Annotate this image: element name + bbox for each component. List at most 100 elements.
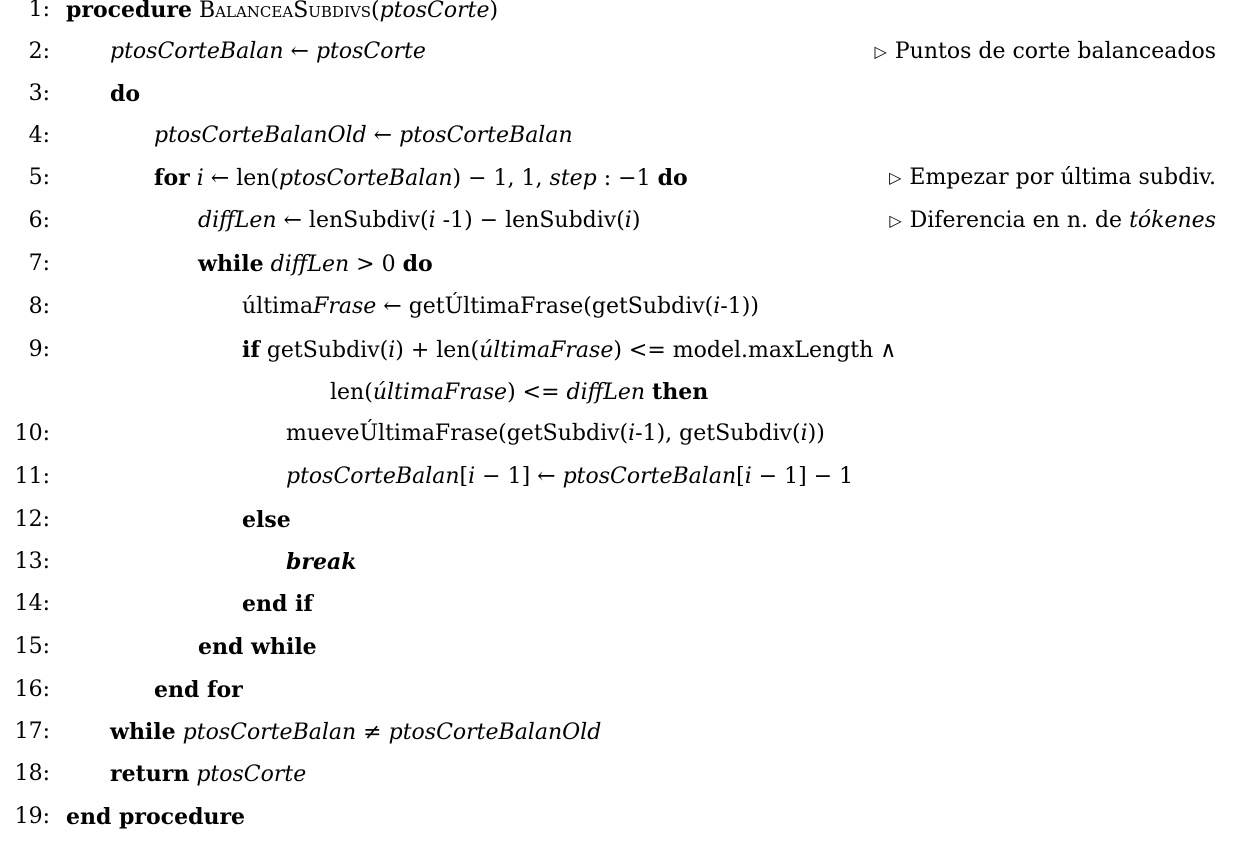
code-token: ←	[366, 123, 400, 148]
code-token: ptosCorteBalan	[182, 720, 357, 745]
code-token: − 1] ←	[475, 464, 563, 489]
code-token: ptosCorteBalan	[110, 39, 284, 64]
line-number: 9:	[28, 337, 50, 362]
code-token: ptosCorteBalanOld	[154, 123, 367, 148]
algorithm-line: 11: ptosCorteBalan[i − 1] ← ptosCorteBala…	[0, 457, 1236, 497]
code-text: diffLen ← lenSubdiv(i -1) − lenSubdiv(i)	[198, 201, 640, 241]
code-token: do	[110, 81, 141, 107]
comment: ▷ Empezar por última subdiv.	[889, 158, 1216, 198]
code-token: else	[242, 507, 291, 533]
code-token: diffLen	[566, 380, 646, 405]
line-number: 5:	[28, 165, 50, 190]
code-text: return ptosCorte	[110, 754, 306, 795]
algorithm-line: 10: mueveÚltimaFrase(getSubdiv(i-1), getS…	[0, 414, 1236, 454]
algorithm-line: 19: end procedure	[0, 797, 1236, 837]
code-text: break	[286, 542, 356, 583]
code-token: ptosCorteBalanOld	[388, 720, 602, 745]
line-number: 12:	[14, 507, 50, 532]
code-token: step	[549, 166, 597, 191]
comment: ▷ Puntos de corte balanceados	[875, 32, 1216, 72]
code-token: ptosCorte	[379, 0, 490, 23]
code-text: while diffLen > 0 do	[198, 244, 433, 285]
code-token: − 1] − 1	[751, 464, 854, 489]
comment-marker-icon: ▷	[889, 211, 902, 230]
algorithm-line: 6: diffLen ← lenSubdiv(i -1) − lenSubdiv(…	[0, 201, 1236, 241]
code-token: (	[371, 0, 380, 23]
code-token: : −1	[596, 166, 658, 191]
code-token: return	[110, 761, 190, 787]
code-text: end if	[242, 584, 313, 625]
code-token: do	[657, 165, 688, 191]
algorithm-line: 18: return ptosCorte	[0, 754, 1236, 794]
line-number: 19:	[14, 804, 50, 829]
comment-marker-icon: ▷	[874, 42, 887, 61]
algorithm-line: 3: do	[0, 74, 1236, 114]
algorithm-line: 8: últimaFrase ← getÚltimaFrase(getSubdiv…	[0, 287, 1236, 327]
code-token: últimaFrase	[372, 380, 508, 405]
code-token: ))	[807, 421, 825, 446]
code-token: ) − 1, 1,	[452, 166, 550, 191]
code-token: end procedure	[66, 804, 246, 830]
code-text: while ptosCorteBalan ≠ ptosCorteBalanOld	[110, 712, 601, 753]
algorithm-line: 9: if getSubdiv(i) + len(últimaFrase) <= …	[0, 330, 1236, 370]
code-token: -1) − lenSubdiv(	[435, 208, 625, 233]
comment-text: Puntos de corte balanceados	[894, 39, 1216, 64]
line-number: 16:	[14, 677, 50, 702]
comment: ▷ Diferencia en n. de tókenes	[889, 201, 1216, 241]
algorithm-listing: 1: procedure BalanceaSubdivs(ptosCorte) 2:…	[0, 0, 1236, 847]
code-token: ptosCorteBalan	[562, 464, 737, 489]
line-number: 6:	[28, 208, 50, 233]
code-token: if	[242, 337, 260, 363]
line-number: 18:	[14, 761, 50, 786]
code-text: len(últimaFrase) <= diffLen then	[330, 372, 708, 413]
line-number: 8:	[28, 294, 50, 319]
algorithm-line: 16: end for	[0, 670, 1236, 710]
code-text: procedure BalanceaSubdivs(ptosCorte)	[66, 0, 498, 31]
code-token: ptosCorteBalan	[279, 166, 453, 191]
code-token: i	[196, 166, 204, 191]
code-token: ← getÚltimaFrase(getSubdiv(	[376, 294, 714, 319]
code-text: end for	[154, 670, 243, 711]
code-token: ) <= model.maxLength ∧	[613, 338, 897, 363]
code-token: ptosCorte	[196, 762, 307, 787]
code-text: else	[242, 500, 291, 541]
line-number: 15:	[14, 634, 50, 659]
line-number: 4:	[28, 123, 50, 148]
line-number: 13:	[14, 549, 50, 574]
code-token: mueveÚltimaFrase(getSubdiv(	[286, 421, 629, 446]
line-number: 3:	[28, 81, 50, 106]
algorithm-line: 12: else	[0, 500, 1236, 540]
algorithm-line: 5: for i ← len(ptosCorteBalan) − 1, 1, st…	[0, 158, 1236, 198]
code-token: do	[402, 251, 433, 277]
line-number: 1:	[28, 0, 50, 22]
algorithm-line: 17: while ptosCorteBalan ≠ ptosCorteBalan…	[0, 712, 1236, 752]
code-token: )	[489, 0, 499, 23]
code-token: len(	[330, 380, 373, 405]
algorithm-line: len(últimaFrase) <= diffLen then	[0, 372, 1236, 412]
code-token: while	[110, 719, 176, 745]
code-token: end if	[242, 591, 313, 617]
algorithm-line: 4: ptosCorteBalanOld ← ptosCorteBalan	[0, 116, 1236, 156]
code-token: > 0	[349, 252, 403, 277]
code-token: ) + len(	[395, 338, 480, 363]
comment-text: Empezar por última subdiv.	[909, 165, 1216, 190]
algorithm-line: 7: while diffLen > 0 do	[0, 244, 1236, 284]
code-text: ptosCorteBalan[i − 1] ← ptosCorteBalan[i…	[286, 457, 853, 497]
algorithm-line: 2: ptosCorteBalan ← ptosCorte ▷ Puntos de c…	[0, 32, 1236, 72]
line-number: 10:	[14, 421, 50, 446]
code-token: break	[286, 549, 357, 575]
code-text: do	[110, 74, 140, 115]
code-token: i	[428, 208, 436, 233]
line-number: 17:	[14, 719, 50, 744]
code-text: end while	[198, 627, 317, 668]
code-text: for i ← len(ptosCorteBalan) − 1, 1, step…	[154, 158, 688, 199]
comment-text: tókenes	[1129, 208, 1216, 233]
code-token: ) <=	[507, 380, 567, 405]
code-token: [	[736, 464, 745, 489]
code-token: end for	[154, 677, 243, 703]
code-token: i	[624, 208, 632, 233]
